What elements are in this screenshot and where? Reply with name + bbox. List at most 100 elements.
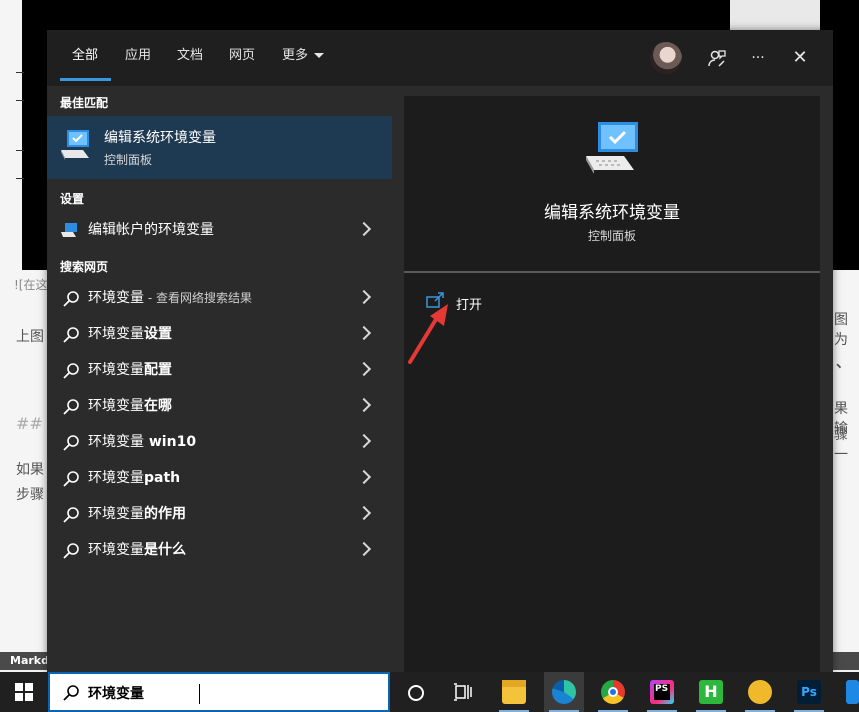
red-arrow-annotation [408,304,448,364]
taskbar: 环境变量 PS H Ps [0,672,859,712]
background-text: 图为 [834,312,848,348]
web-result-suggestion: 在哪 [144,398,172,414]
web-result-suggestion: 是什么 [144,542,186,558]
background-divider [16,150,24,151]
preview-divider [404,271,820,273]
web-result-label: 环境变量的作用 [88,496,186,532]
chrome-icon[interactable] [601,680,625,704]
background-text: ## [16,414,43,433]
background-window-titlebar [730,0,820,30]
search-filter-bar: 全部 应用 文档 网页 更多 ··· ✕ [47,30,833,86]
task-view-icon[interactable] [453,683,473,701]
start-button[interactable] [0,672,48,712]
background-text: 步骤 [16,487,44,503]
web-result-prefix: 环境变量 [88,290,144,306]
best-match-title: 编辑系统环境变量 [104,130,216,146]
preview-pane: 编辑系统环境变量 控制面板 打开 [404,96,820,672]
photoshop-icon[interactable]: Ps [797,680,821,704]
file-explorer-icon[interactable] [502,680,526,704]
web-result-label: 环境变量配置 [88,352,172,388]
background-divider [16,100,24,101]
search-icon [63,291,79,307]
chevron-right-icon [356,289,372,305]
web-result-item[interactable]: 环境变量 win10 [47,424,392,460]
chevron-right-icon [356,361,372,377]
search-icon [63,435,79,451]
tab-web[interactable]: 网页 [229,30,255,86]
avatar[interactable] [650,42,682,74]
computer-monitor-icon [61,223,77,237]
web-result-item[interactable]: 环境变量 - 查看网络搜索结果 [47,280,392,316]
chevron-right-icon [356,541,372,557]
web-result-prefix: 环境变量 [88,506,144,522]
web-result-item[interactable]: 环境变量配置 [47,352,392,388]
hbuilder-icon[interactable]: H [699,680,723,704]
search-icon [63,543,79,559]
tab-documents[interactable]: 文档 [177,30,203,86]
search-icon [63,507,79,523]
preview-title: 编辑系统环境变量 [544,203,680,223]
results-list: 最佳匹配 编辑系统环境变量 控制面板 设置 编辑帐户的环境变量 搜索网页 环境变… [47,86,392,672]
search-icon [63,471,79,487]
best-match-subtitle: 控制面板 [104,153,153,167]
web-result-prefix: 环境变量 [88,398,144,414]
app-yellow-icon[interactable] [748,680,772,704]
web-result-prefix: 环境变量 [88,362,144,378]
web-result-suggestion: 的作用 [144,506,186,522]
section-search-web: 搜索网页 [60,260,109,274]
background-text: 上图 [16,329,44,345]
search-icon [63,685,79,701]
best-match-item[interactable]: 编辑系统环境变量 控制面板 [47,116,392,179]
section-settings: 设置 [60,192,85,206]
web-result-label: 环境变量 win10 [88,424,196,460]
chevron-right-icon [356,221,372,237]
settings-item-label: 编辑帐户的环境变量 [88,222,214,238]
search-icon [63,399,79,415]
web-result-item[interactable]: 环境变量设置 [47,316,392,352]
web-result-label: 环境变量在哪 [88,388,172,424]
calendar-icon[interactable] [846,680,859,704]
chevron-down-icon [314,53,325,58]
background-text: ![在这 [14,278,48,292]
search-icon [63,327,79,343]
cortana-icon[interactable] [407,684,425,702]
section-best-match: 最佳匹配 [60,96,109,110]
web-result-prefix: 环境变量 [88,470,144,486]
web-result-item[interactable]: 环境变量path [47,460,392,496]
web-result-item[interactable]: 环境变量在哪 [47,388,392,424]
background-text: 、 [836,355,850,371]
tab-apps[interactable]: 应用 [125,30,151,86]
tab-more[interactable]: 更多 [282,30,325,86]
chevron-right-icon [356,433,372,449]
web-result-label: 环境变量是什么 [88,532,186,568]
web-result-prefix: 环境变量 [88,542,144,558]
computer-monitor-icon [586,122,638,174]
search-query: 环境变量 [88,686,144,702]
web-result-item[interactable]: 环境变量的作用 [47,496,392,532]
settings-item-user-env-vars[interactable]: 编辑帐户的环境变量 [47,212,392,248]
active-tab-indicator [60,78,111,81]
web-result-label: 环境变量path [88,460,180,496]
text-caret [199,684,200,704]
start-search-panel: 全部 应用 文档 网页 更多 ··· ✕ 最佳匹配 编辑系统环境变量 控制面板 … [47,30,833,672]
edge-icon[interactable] [552,680,576,704]
taskbar-search-input[interactable]: 环境变量 [48,672,390,712]
background-text: 如果 [16,462,44,478]
chevron-right-icon [356,325,372,341]
feedback-person-icon[interactable] [703,44,731,72]
web-result-suggestion: 配置 [144,362,172,378]
web-result-label: 环境变量 - 查看网络搜索结果 [88,280,252,316]
web-result-suggestion: path [144,470,181,486]
phpstorm-icon[interactable]: PS [650,680,674,704]
background-divider [16,72,24,73]
web-result-suffix: - 查看网络搜索结果 [144,291,252,305]
tab-more-label: 更多 [282,48,309,63]
web-result-label: 环境变量设置 [88,316,172,352]
chevron-right-icon [356,469,372,485]
computer-monitor-icon [61,130,89,160]
more-options-icon[interactable]: ··· [744,44,772,72]
chevron-right-icon [356,397,372,413]
windows-logo-icon [15,683,33,701]
web-result-item[interactable]: 环境变量是什么 [47,532,392,568]
close-icon[interactable]: ✕ [786,44,814,72]
